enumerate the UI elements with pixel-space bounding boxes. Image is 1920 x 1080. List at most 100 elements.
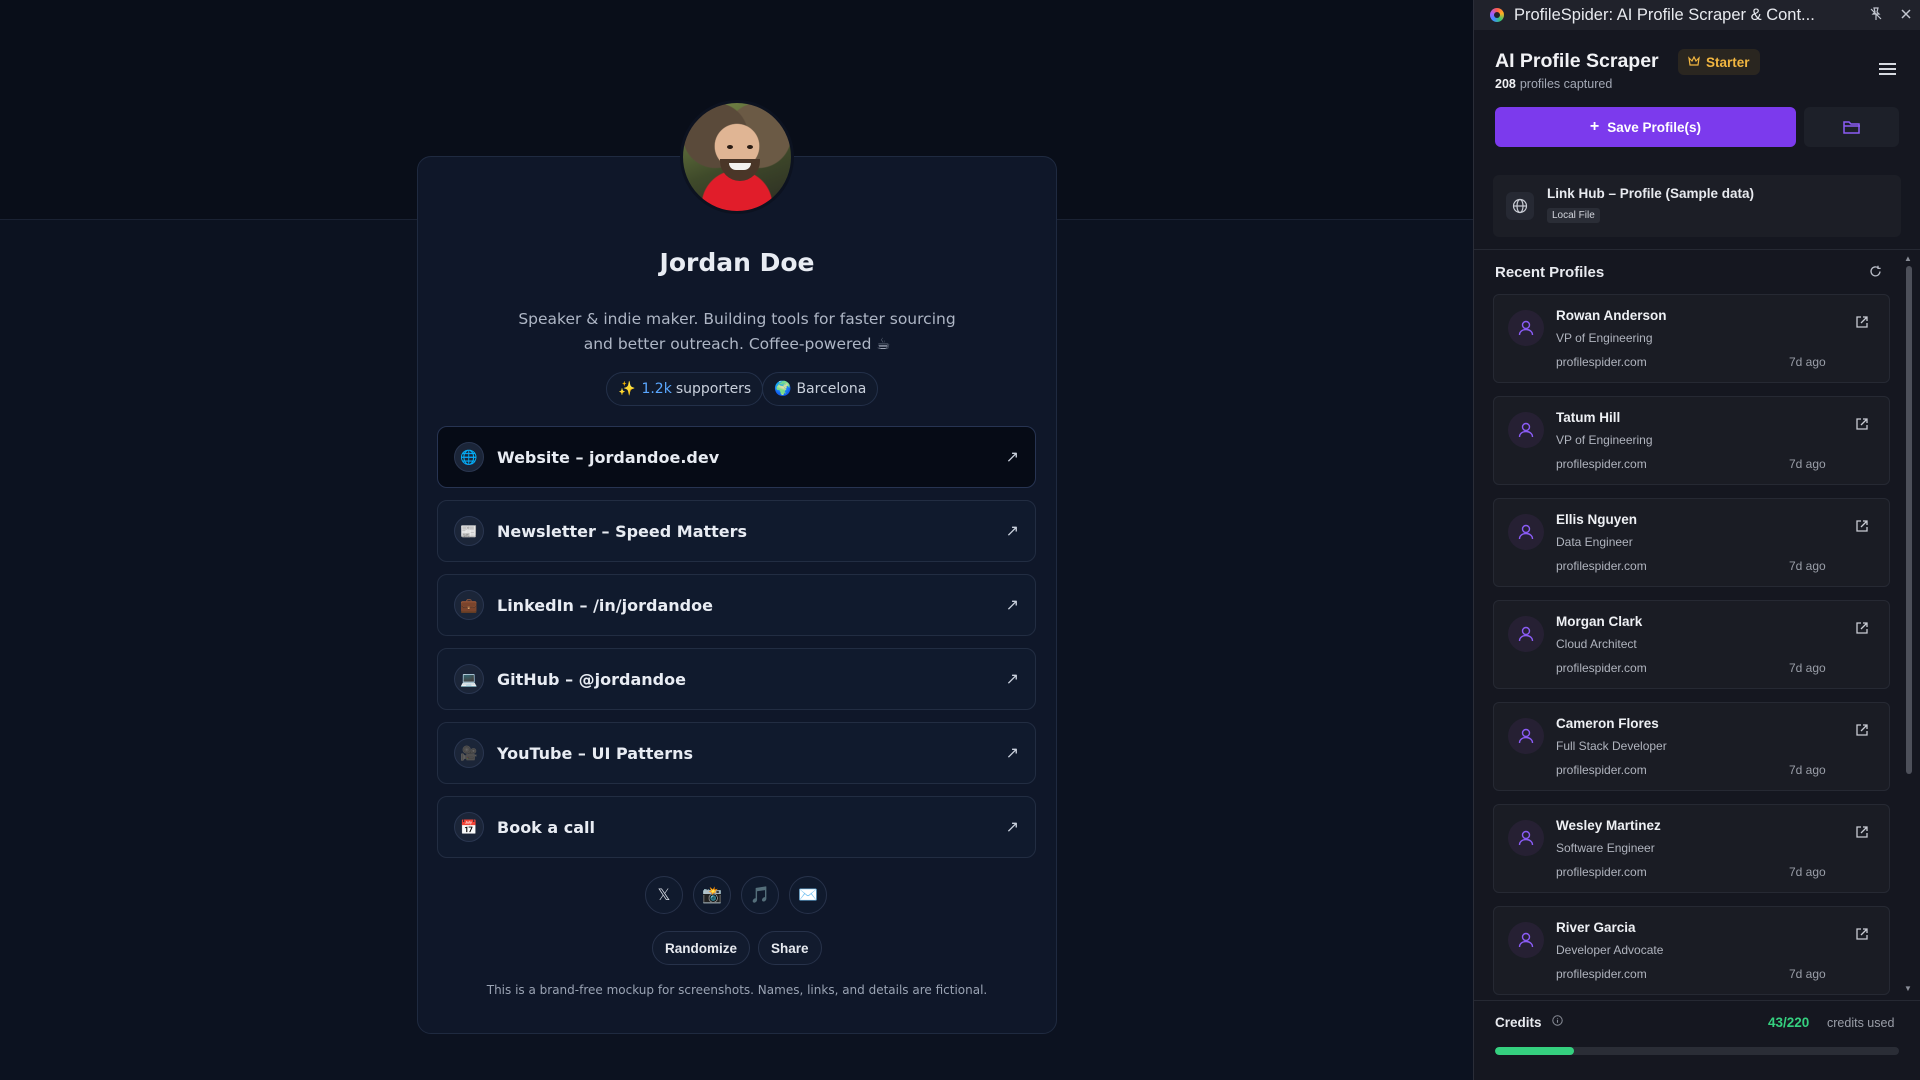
profile-age: 7d ago (1789, 661, 1826, 675)
link-label: YouTube – UI Patterns (497, 743, 694, 763)
share-button[interactable]: Share (758, 931, 822, 965)
scrollbar-thumb[interactable] (1906, 266, 1912, 774)
save-profiles-label: Save Profile(s) (1607, 119, 1702, 135)
randomize-button[interactable]: Randomize (652, 931, 751, 965)
menu-icon[interactable] (1879, 60, 1903, 80)
disclaimer-text: This is a brand-free mockup for screensh… (486, 983, 988, 997)
credits-label: Credits (1495, 1015, 1542, 1030)
plan-label: Starter (1706, 54, 1750, 70)
profile-role: Developer Advocate (1556, 943, 1664, 957)
folder-icon (1842, 121, 1860, 134)
profilespider-logo-icon (1490, 8, 1504, 22)
scroll-up-arrow-icon[interactable]: ▲ (1904, 254, 1912, 263)
profile-card-item[interactable]: River Garcia Developer Advocate profiles… (1493, 906, 1890, 995)
link-youtube[interactable]: 🎥 YouTube – UI Patterns ↗ (437, 722, 1036, 784)
external-link-icon[interactable] (1855, 519, 1869, 533)
globe-icon: 🌐 (454, 442, 484, 472)
person-icon (1508, 412, 1544, 448)
music-icon[interactable]: 🎵 (741, 876, 779, 914)
supporters-label: supporters (675, 381, 752, 397)
external-arrow-icon: ↗ (1005, 597, 1019, 614)
scrollbar[interactable]: ▲ ▼ (1904, 254, 1914, 996)
close-icon[interactable] (1891, 7, 1920, 23)
external-link-icon[interactable] (1855, 723, 1869, 737)
profile-age: 7d ago (1789, 559, 1826, 573)
profile-name: Jordan Doe (659, 248, 815, 277)
link-github[interactable]: 💻 GitHub – @jordandoe ↗ (437, 648, 1036, 710)
bio-line: Speaker & indie maker. Building tools fo… (518, 310, 956, 328)
link-linkedin[interactable]: 💼 LinkedIn – /in/jordandoe ↗ (437, 574, 1036, 636)
external-link-icon[interactable] (1855, 621, 1869, 635)
external-link-icon[interactable] (1855, 315, 1869, 329)
save-profiles-button[interactable]: + Save Profile(s) (1495, 107, 1796, 147)
profile-domain: profilespider.com (1556, 559, 1647, 573)
calendar-icon: 📅 (454, 812, 484, 842)
profile-age: 7d ago (1789, 355, 1826, 369)
profile-role: Data Engineer (1556, 535, 1633, 549)
profiles-count: 208 profiles captured (1495, 77, 1612, 91)
profile-role: Full Stack Developer (1556, 739, 1667, 753)
credits-progress-fill (1495, 1047, 1574, 1055)
folder-button[interactable] (1804, 107, 1899, 147)
video-camera-icon: 🎥 (454, 738, 484, 768)
avatar (680, 100, 794, 214)
link-newsletter[interactable]: 📰 Newsletter – Speed Matters ↗ (437, 500, 1036, 562)
globe-icon (1506, 192, 1534, 220)
extension-side-panel: ProfileSpider: AI Profile Scraper & Cont… (1473, 0, 1920, 1080)
camera-icon[interactable]: 📸 (693, 876, 731, 914)
bio-line: and better outreach. Coffee-powered ☕ (583, 335, 891, 353)
person-icon (1508, 514, 1544, 550)
profile-card-item[interactable]: Ellis Nguyen Data Engineer profilespider… (1493, 498, 1890, 587)
globe-icon: 🌍 (774, 381, 792, 397)
source-card[interactable]: Link Hub – Profile (Sample data) Local F… (1493, 175, 1901, 237)
profile-card-item[interactable]: Cameron Flores Full Stack Developer prof… (1493, 702, 1890, 791)
external-link-icon[interactable] (1855, 825, 1869, 839)
profile-role: VP of Engineering (1556, 433, 1653, 447)
profile-bio: Speaker & indie maker. Building tools fo… (517, 307, 957, 357)
external-arrow-icon: ↗ (1005, 671, 1019, 688)
profile-role: Cloud Architect (1556, 637, 1637, 651)
external-link-icon[interactable] (1855, 927, 1869, 941)
link-website[interactable]: 🌐 Website – jordandoe.dev ↗ (437, 426, 1036, 488)
external-link-icon[interactable] (1855, 417, 1869, 431)
profile-name: Morgan Clark (1556, 614, 1643, 629)
laptop-icon: 💻 (454, 664, 484, 694)
external-arrow-icon: ↗ (1005, 745, 1019, 762)
profile-role: VP of Engineering (1556, 331, 1653, 345)
profile-card-item[interactable]: Rowan Anderson VP of Engineering profile… (1493, 294, 1890, 383)
link-label: GitHub – @jordandoe (497, 669, 686, 689)
source-tag: Local File (1547, 208, 1600, 223)
profile-domain: profilespider.com (1556, 355, 1647, 369)
profile-name: River Garcia (1556, 920, 1636, 935)
mail-icon[interactable]: ✉️ (789, 876, 827, 914)
person-icon (1508, 718, 1544, 754)
profile-card-item[interactable]: Wesley Martinez Software Engineer profil… (1493, 804, 1890, 893)
profiles-count-label: profiles captured (1519, 77, 1613, 91)
profile-age: 7d ago (1789, 457, 1826, 471)
app-title: AI Profile Scraper (1495, 50, 1659, 72)
scroll-down-arrow-icon[interactable]: ▼ (1904, 984, 1912, 993)
refresh-icon[interactable] (1869, 265, 1883, 279)
external-arrow-icon: ↗ (1005, 449, 1019, 466)
credits-value: 43/220 (1768, 1015, 1810, 1030)
recent-profiles-title: Recent Profiles (1495, 264, 1605, 281)
profile-name: Tatum Hill (1556, 410, 1621, 425)
profile-domain: profilespider.com (1556, 661, 1647, 675)
profile-card-item[interactable]: Tatum Hill VP of Engineering profilespid… (1493, 396, 1890, 485)
avatar-smile (729, 163, 751, 170)
person-icon (1508, 310, 1544, 346)
crown-icon (1688, 55, 1700, 69)
source-title: Link Hub – Profile (Sample data) (1547, 186, 1755, 201)
unpin-icon[interactable] (1861, 6, 1891, 24)
profile-name: Cameron Flores (1556, 716, 1659, 731)
credits-suffix: credits used (1827, 1016, 1895, 1030)
link-book-call[interactable]: 📅 Book a call ↗ (437, 796, 1036, 858)
info-icon[interactable] (1552, 1015, 1563, 1029)
avatar-eye (727, 145, 733, 149)
plan-badge[interactable]: Starter (1678, 49, 1760, 75)
x-icon[interactable]: 𝕏 (645, 876, 683, 914)
link-label: LinkedIn – /in/jordandoe (497, 595, 713, 615)
sparkles-icon: ✨ (618, 381, 636, 397)
profile-card-item[interactable]: Morgan Clark Cloud Architect profilespid… (1493, 600, 1890, 689)
panel-titlebar: ProfileSpider: AI Profile Scraper & Cont… (1474, 0, 1920, 30)
